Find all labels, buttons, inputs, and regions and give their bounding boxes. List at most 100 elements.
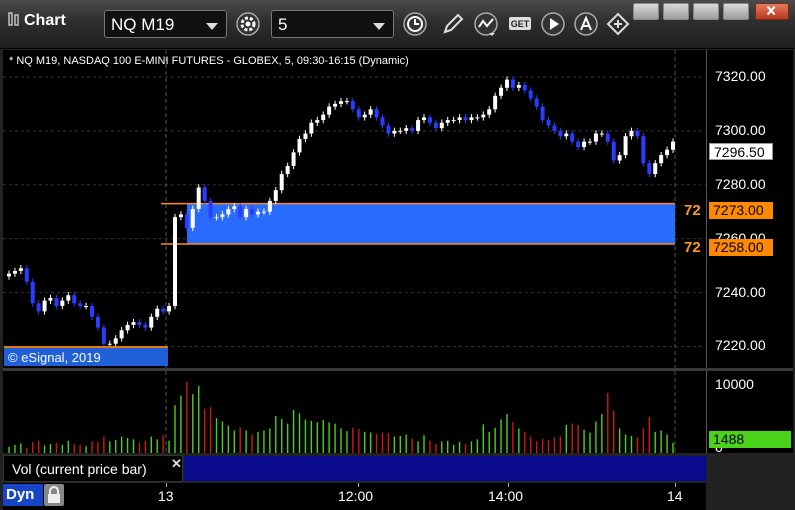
candle[interactable]	[101, 324, 106, 347]
candle[interactable]	[155, 305, 160, 321]
volume-chart[interactable]	[3, 371, 706, 453]
candle[interactable]	[653, 159, 658, 178]
price-axis[interactable]: 7320.00 7300.00 7280.00 7260.00 7240.00 7220.…	[706, 50, 793, 368]
candle[interactable]	[173, 213, 177, 310]
candle[interactable]	[167, 302, 172, 315]
candle[interactable]	[36, 300, 41, 315]
candle[interactable]	[161, 305, 166, 315]
candle[interactable]	[659, 151, 664, 167]
close-study-icon[interactable]: ✕	[171, 456, 182, 472]
candle[interactable]	[398, 127, 403, 135]
candle[interactable]	[137, 318, 142, 329]
time-template-button[interactable]	[400, 10, 430, 38]
candle[interactable]	[54, 294, 59, 310]
candle[interactable]	[42, 297, 47, 315]
candle[interactable]	[48, 294, 53, 304]
candle[interactable]	[350, 97, 355, 113]
draw-button[interactable]	[438, 10, 468, 38]
candle[interactable]	[671, 138, 675, 153]
link-button[interactable]	[603, 10, 633, 38]
candle[interactable]	[24, 265, 29, 285]
candle[interactable]	[60, 297, 65, 310]
candle[interactable]	[279, 170, 284, 194]
candle[interactable]	[297, 135, 302, 156]
candle[interactable]	[386, 122, 391, 137]
candle[interactable]	[285, 162, 290, 178]
candle[interactable]	[356, 106, 361, 121]
candle[interactable]	[433, 119, 438, 132]
candle[interactable]	[30, 278, 35, 307]
candle[interactable]	[344, 97, 349, 105]
alerts-button[interactable]	[571, 10, 601, 38]
candle[interactable]	[582, 138, 587, 151]
candle[interactable]	[90, 302, 94, 321]
candle[interactable]	[445, 116, 450, 126]
volume-axis[interactable]: 100000 1488	[706, 371, 793, 455]
candle[interactable]	[487, 106, 492, 118]
snap-window-button[interactable]	[633, 3, 659, 20]
candle[interactable]	[374, 106, 379, 121]
symbol-input[interactable]: NQ M19	[104, 10, 227, 38]
candle[interactable]	[576, 138, 581, 151]
candle[interactable]	[522, 81, 527, 94]
candle[interactable]	[481, 111, 486, 121]
candle[interactable]	[309, 119, 314, 137]
volume-pane[interactable]	[3, 371, 706, 453]
candle[interactable]	[410, 124, 415, 135]
get-data-button[interactable]: GET	[505, 10, 535, 38]
candle[interactable]	[149, 313, 154, 331]
candle[interactable]	[321, 111, 326, 124]
candle[interactable]	[84, 302, 89, 310]
candle[interactable]	[629, 127, 634, 140]
candle[interactable]	[617, 151, 622, 164]
candle[interactable]	[635, 127, 640, 140]
candle[interactable]	[451, 116, 456, 124]
volume-study-title[interactable]: Vol (current price bar)	[3, 455, 183, 482]
settings-button[interactable]	[233, 10, 263, 38]
candle[interactable]	[327, 103, 332, 118]
candle[interactable]	[273, 186, 278, 205]
candle[interactable]	[588, 138, 592, 145]
candle[interactable]	[422, 114, 426, 124]
studies-button[interactable]	[471, 10, 501, 38]
candle[interactable]	[505, 76, 509, 91]
candle[interactable]	[18, 265, 23, 275]
candle[interactable]	[611, 138, 616, 164]
candle[interactable]	[72, 292, 77, 307]
candle[interactable]	[392, 127, 397, 137]
candle[interactable]	[647, 159, 652, 178]
candle[interactable]	[570, 130, 575, 145]
candle[interactable]	[119, 327, 124, 342]
candle[interactable]	[78, 300, 83, 310]
candle[interactable]	[623, 133, 628, 159]
candle[interactable]	[552, 122, 557, 135]
candle[interactable]	[510, 76, 515, 91]
candle[interactable]	[7, 270, 11, 280]
candle[interactable]	[95, 313, 100, 331]
candle[interactable]	[66, 292, 71, 304]
candle[interactable]	[605, 130, 610, 145]
dynamic-mode-button[interactable]: Dyn	[3, 484, 43, 506]
interval-input[interactable]: 5	[271, 10, 394, 38]
candle[interactable]	[190, 205, 195, 232]
candle[interactable]	[202, 184, 207, 205]
candle[interactable]	[404, 124, 409, 135]
candle[interactable]	[641, 133, 646, 167]
candle[interactable]	[564, 130, 569, 140]
candle[interactable]	[540, 103, 545, 124]
candle[interactable]	[333, 100, 338, 110]
candle[interactable]	[528, 87, 533, 102]
maximize-button[interactable]	[723, 3, 749, 20]
price-pane[interactable]: * NQ M19, NASDAQ 100 E-MINI FUTURES - GL…	[3, 50, 706, 368]
close-button[interactable]	[755, 3, 789, 20]
candle[interactable]	[208, 197, 213, 221]
price-band[interactable]	[187, 203, 675, 245]
candle[interactable]	[416, 116, 421, 135]
candle[interactable]	[499, 84, 504, 100]
candle[interactable]	[493, 92, 498, 113]
candle[interactable]	[665, 146, 670, 159]
candle[interactable]	[439, 119, 444, 132]
chevron-down-icon[interactable]	[206, 23, 218, 30]
candle[interactable]	[196, 184, 201, 213]
candle[interactable]	[475, 114, 480, 121]
